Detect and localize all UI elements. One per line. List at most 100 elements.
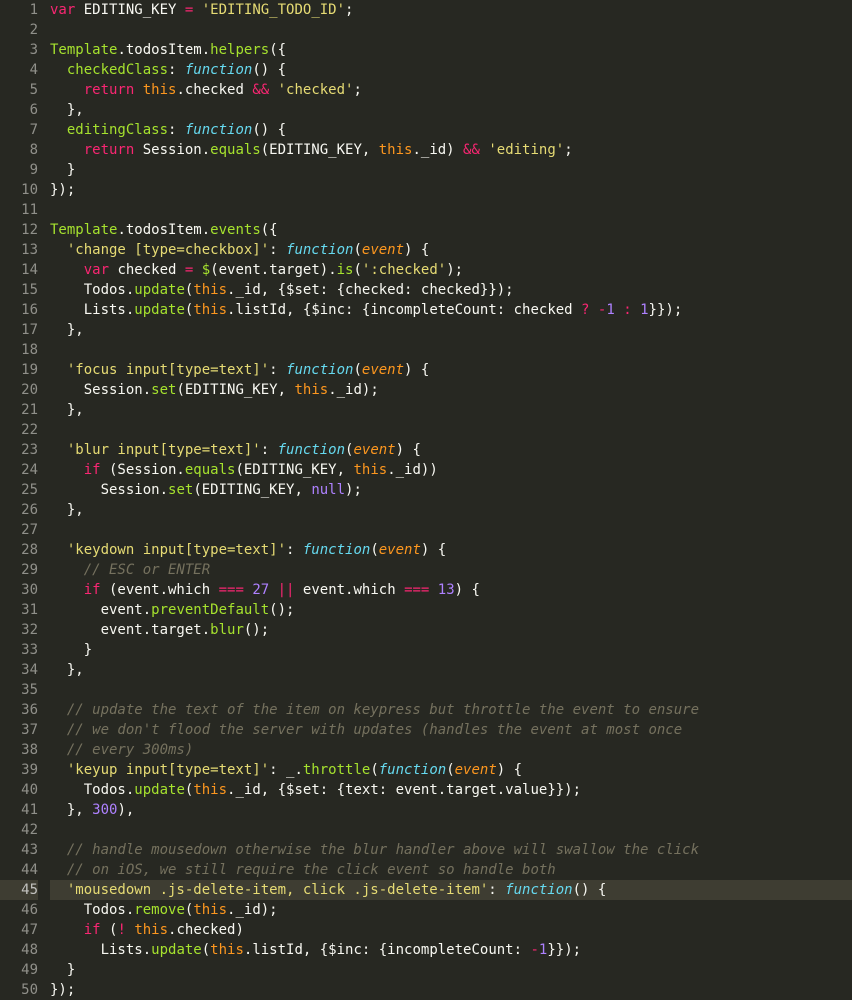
code-token: this xyxy=(210,942,244,958)
code-token: .checked) xyxy=(168,922,244,938)
code-line[interactable]: Todos.update(this._id, {$set: {checked: … xyxy=(50,280,852,300)
code-token: return xyxy=(84,82,135,98)
code-line[interactable]: Template.todosItem.events({ xyxy=(50,220,852,240)
code-token: } xyxy=(50,162,75,178)
code-editor[interactable]: 1234567891011121314151617181920212223242… xyxy=(0,0,852,1000)
line-number: 43 xyxy=(0,840,38,860)
code-token: : xyxy=(168,62,185,78)
code-token: set xyxy=(151,382,176,398)
code-line[interactable]: // on iOS, we still require the click ev… xyxy=(50,860,852,880)
code-line[interactable]: } xyxy=(50,160,852,180)
code-line[interactable]: Session.set(EDITING_KEY, null); xyxy=(50,480,852,500)
code-line[interactable]: } xyxy=(50,640,852,660)
code-line[interactable] xyxy=(50,680,852,700)
code-line[interactable]: 'blur input[type=text]': function(event)… xyxy=(50,440,852,460)
code-line[interactable]: 'focus input[type=text]': function(event… xyxy=(50,360,852,380)
code-token: }, xyxy=(50,322,84,338)
code-line[interactable]: var EDITING_KEY = 'EDITING_TODO_ID'; xyxy=(50,0,852,20)
code-token: 27 xyxy=(252,582,269,598)
code-line[interactable]: }, xyxy=(50,400,852,420)
code-line[interactable]: Todos.update(this._id, {$set: {text: eve… xyxy=(50,780,852,800)
code-line[interactable]: Todos.remove(this._id); xyxy=(50,900,852,920)
code-line[interactable]: return Session.equals(EDITING_KEY, this.… xyxy=(50,140,852,160)
code-token: this xyxy=(193,302,227,318)
code-line[interactable]: // ESC or ENTER xyxy=(50,560,852,580)
code-content[interactable]: var EDITING_KEY = 'EDITING_TODO_ID'; Tem… xyxy=(48,0,852,1000)
code-token: (); xyxy=(269,602,294,618)
code-token: this xyxy=(353,462,387,478)
code-line[interactable]: Lists.update(this.listId, {$inc: {incomp… xyxy=(50,300,852,320)
code-token: function xyxy=(505,882,572,898)
code-token: (event.which xyxy=(101,582,219,598)
code-token: ) { xyxy=(404,242,429,258)
code-line[interactable]: // we don't flood the server with update… xyxy=(50,720,852,740)
code-line[interactable]: event.target.blur(); xyxy=(50,620,852,640)
code-line[interactable]: event.preventDefault(); xyxy=(50,600,852,620)
code-line[interactable]: // every 300ms) xyxy=(50,740,852,760)
code-line[interactable]: }, xyxy=(50,500,852,520)
code-line[interactable]: 'change [type=checkbox]': function(event… xyxy=(50,240,852,260)
code-line[interactable]: } xyxy=(50,960,852,980)
code-token xyxy=(50,742,67,758)
code-line[interactable]: Session.set(EDITING_KEY, this._id); xyxy=(50,380,852,400)
code-line[interactable] xyxy=(50,200,852,220)
code-line[interactable]: if (Session.equals(EDITING_KEY, this._id… xyxy=(50,460,852,480)
code-token: }); xyxy=(50,982,75,998)
code-token: equals xyxy=(185,462,236,478)
line-number: 49 xyxy=(0,960,38,980)
code-line[interactable]: 'keyup input[type=text]': _.throttle(fun… xyxy=(50,760,852,780)
code-line[interactable]: var checked = $(event.target).is(':check… xyxy=(50,260,852,280)
code-token: function xyxy=(185,62,252,78)
code-token xyxy=(50,542,67,558)
code-line[interactable]: 'mousedown .js-delete-item, click .js-de… xyxy=(50,880,852,900)
code-line[interactable]: editingClass: function() { xyxy=(50,120,852,140)
code-token: ; xyxy=(353,82,361,98)
code-token: checkedClass xyxy=(67,62,168,78)
code-line[interactable]: checkedClass: function() { xyxy=(50,60,852,80)
code-token: Session. xyxy=(50,482,168,498)
code-line[interactable]: if (event.which === 27 || event.which ==… xyxy=(50,580,852,600)
code-line[interactable]: }, xyxy=(50,100,852,120)
line-number: 35 xyxy=(0,680,38,700)
code-token: ), xyxy=(117,802,134,818)
code-line[interactable] xyxy=(50,20,852,40)
code-line[interactable]: // handle mousedown otherwise the blur h… xyxy=(50,840,852,860)
code-line[interactable]: }, xyxy=(50,660,852,680)
code-line[interactable] xyxy=(50,420,852,440)
code-token: : _. xyxy=(269,762,303,778)
line-number: 42 xyxy=(0,820,38,840)
code-line[interactable]: Lists.update(this.listId, {$inc: {incomp… xyxy=(50,940,852,960)
code-token: ({ xyxy=(269,42,286,58)
code-token: }); xyxy=(50,182,75,198)
code-line[interactable]: if (! this.checked) xyxy=(50,920,852,940)
code-token: events xyxy=(210,222,261,238)
line-number: 18 xyxy=(0,340,38,360)
code-token: Todos. xyxy=(50,782,134,798)
line-number: 2 xyxy=(0,20,38,40)
code-token: function xyxy=(278,442,345,458)
code-token: this xyxy=(193,782,227,798)
code-token xyxy=(50,442,67,458)
code-token: ; xyxy=(345,2,353,18)
code-token: ( xyxy=(353,262,361,278)
code-token: ( xyxy=(353,242,361,258)
code-line[interactable]: }); xyxy=(50,980,852,1000)
code-line[interactable] xyxy=(50,340,852,360)
code-token: editingClass xyxy=(67,122,168,138)
code-token: if xyxy=(84,462,101,478)
code-token: ); xyxy=(446,262,463,278)
code-line[interactable] xyxy=(50,520,852,540)
code-line[interactable]: }, 300), xyxy=(50,800,852,820)
code-line[interactable] xyxy=(50,820,852,840)
code-token: todosItem xyxy=(126,222,202,238)
code-line[interactable]: Template.todosItem.helpers({ xyxy=(50,40,852,60)
code-line[interactable]: }, xyxy=(50,320,852,340)
code-token: equals xyxy=(210,142,261,158)
code-token: 300 xyxy=(92,802,117,818)
code-line[interactable]: // update the text of the item on keypre… xyxy=(50,700,852,720)
code-token: && xyxy=(252,82,269,98)
code-line[interactable]: return this.checked && 'checked'; xyxy=(50,80,852,100)
code-line[interactable]: 'keydown input[type=text]': function(eve… xyxy=(50,540,852,560)
code-line[interactable]: }); xyxy=(50,180,852,200)
code-token: // on iOS, we still require the click ev… xyxy=(67,862,556,878)
